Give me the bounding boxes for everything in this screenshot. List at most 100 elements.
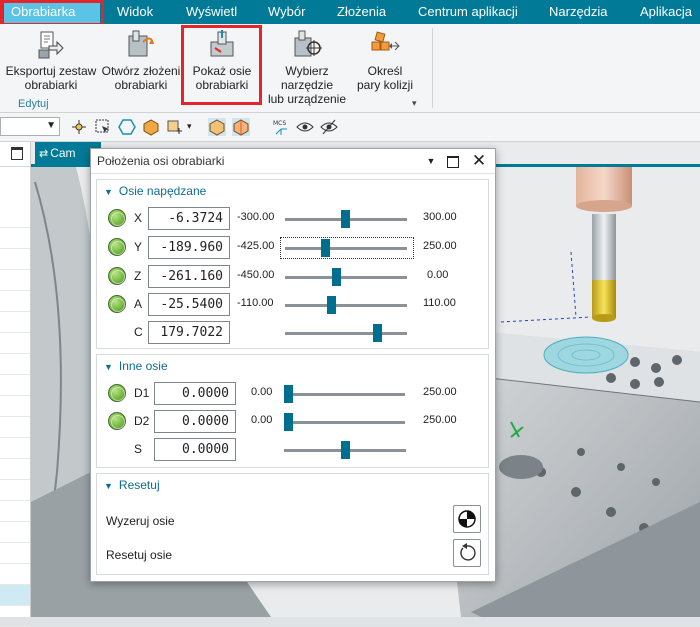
- solid-cube-icon[interactable]: [142, 118, 160, 136]
- driven-axes-header[interactable]: ▼ Osie napędzane: [104, 184, 206, 198]
- filter-combo[interactable]: ▼: [0, 117, 60, 136]
- maximize-icon[interactable]: [11, 147, 23, 160]
- navigator-row[interactable]: [0, 564, 30, 585]
- axis-y-slider[interactable]: [285, 239, 407, 257]
- open-machine-assembly-button[interactable]: Otwórz złożeni obrabiarki: [100, 24, 182, 100]
- axis-d2-slider-thumb[interactable]: [284, 413, 293, 431]
- menu-aplikacja[interactable]: Aplikacja: [636, 0, 696, 24]
- eye-show-icon[interactable]: [296, 118, 314, 136]
- axis-row-a: A -25.5400 -110.00 110.00: [97, 292, 490, 318]
- snap-icon[interactable]: [70, 118, 88, 136]
- axis-z-value-input[interactable]: -261.160: [148, 265, 230, 288]
- navigator-row[interactable]: [0, 333, 30, 354]
- open-assembly-label-2: obrabiarki: [114, 78, 168, 92]
- define-collision-pairs-button[interactable]: Określ pary kolizji: [354, 24, 416, 100]
- navigator-row[interactable]: [0, 270, 30, 291]
- navigator-row[interactable]: [0, 396, 30, 417]
- close-icon[interactable]: ✕: [469, 151, 489, 171]
- chevron-down-icon: ▼: [46, 120, 56, 131]
- axis-c-slider-thumb[interactable]: [372, 324, 382, 342]
- axis-d2-status-led[interactable]: [108, 412, 126, 430]
- axis-d2-max: 250.00: [423, 414, 457, 426]
- select-objects-icon[interactable]: [94, 118, 112, 136]
- axis-x-status-led[interactable]: [108, 209, 126, 227]
- navigator-row[interactable]: [0, 312, 30, 333]
- select-tool-label-2: lub urządzenie: [267, 92, 347, 106]
- axis-x-value-input[interactable]: -6.3724: [148, 207, 230, 230]
- dialog-title: Położenia osi obrabiarki: [97, 154, 225, 168]
- navigator-row[interactable]: [0, 417, 30, 438]
- axis-z-status-led[interactable]: [108, 267, 126, 285]
- axis-d2-slider[interactable]: [284, 413, 405, 431]
- reset-header[interactable]: ▼ Resetuj: [104, 478, 160, 492]
- add-face-icon[interactable]: [166, 118, 184, 136]
- axis-d1-status-led[interactable]: [108, 384, 126, 402]
- axis-c-value-input[interactable]: 179.7022: [148, 321, 230, 344]
- export-machine-kit-button[interactable]: Eksportuj zestaw obrabiarki: [4, 24, 98, 100]
- axis-s-value-input[interactable]: 0.0000: [154, 438, 236, 461]
- zero-axes-label: Wyzeruj osie: [106, 514, 175, 528]
- menu-wyswietl[interactable]: Wyświetl: [182, 0, 241, 24]
- axis-c-slider[interactable]: [285, 324, 407, 342]
- axis-s-slider[interactable]: [284, 441, 406, 459]
- maximize-icon[interactable]: [443, 151, 463, 171]
- axis-z-min: -450.00: [237, 269, 275, 281]
- zero-axes-button[interactable]: [453, 505, 481, 533]
- ribbon-expand-icon[interactable]: ▾: [412, 98, 417, 109]
- reset-axes-button[interactable]: [453, 539, 481, 567]
- axis-y-slider-thumb[interactable]: [321, 239, 331, 257]
- axis-a-status-led[interactable]: [108, 295, 126, 313]
- navigator-row[interactable]: [0, 501, 30, 522]
- navigator-row[interactable]: [0, 249, 30, 270]
- axis-y-name: Y: [134, 240, 143, 254]
- navigator-row-selected[interactable]: [0, 585, 30, 606]
- axis-d1-value-input[interactable]: 0.0000: [154, 382, 236, 405]
- axis-y-status-led[interactable]: [108, 238, 126, 256]
- other-axes-title: Inne osie: [118, 359, 168, 373]
- shaded-view-icon[interactable]: [208, 118, 226, 136]
- axis-d1-slider[interactable]: [284, 385, 405, 403]
- dialog-menu-chevron-icon[interactable]: ▼: [421, 151, 441, 171]
- menu-narzedzia[interactable]: Narzędzia: [545, 0, 612, 24]
- menu-widok[interactable]: Widok: [113, 0, 157, 24]
- hexagon-icon[interactable]: [118, 118, 136, 136]
- axis-a-value-input[interactable]: -25.5400: [148, 293, 230, 316]
- menu-centrum-aplikacji[interactable]: Centrum aplikacji: [414, 0, 522, 24]
- navigator-row[interactable]: [0, 354, 30, 375]
- menu-wybor[interactable]: Wybór: [264, 0, 309, 24]
- navigator-row[interactable]: [0, 480, 30, 501]
- axis-z-slider[interactable]: [285, 268, 407, 286]
- navigator-row[interactable]: [0, 543, 30, 564]
- axis-a-slider[interactable]: [285, 296, 407, 314]
- axis-x-slider-thumb[interactable]: [340, 210, 350, 228]
- menu-zlozenia[interactable]: Złożenia: [333, 0, 390, 24]
- navigator-row[interactable]: [0, 459, 30, 480]
- axis-y-value-input[interactable]: -189.960: [148, 236, 230, 259]
- axis-s-slider-thumb[interactable]: [341, 441, 350, 459]
- navigator-row[interactable]: [0, 228, 30, 249]
- section-view-icon[interactable]: [232, 118, 250, 136]
- dialog-titlebar[interactable]: Położenia osi obrabiarki ▼ ✕: [91, 149, 495, 174]
- axis-y-min: -425.00: [237, 240, 275, 252]
- navigator-row[interactable]: [0, 438, 30, 459]
- navigator-row[interactable]: [0, 375, 30, 396]
- axis-row-c: C 179.7022: [97, 320, 490, 346]
- ribbon-separator: [432, 28, 433, 108]
- menu-obrabiarka[interactable]: Obrabiarka: [4, 0, 100, 24]
- mcs-icon[interactable]: MCS: [272, 118, 290, 136]
- navigator-row[interactable]: [0, 207, 30, 228]
- select-tool-or-device-button[interactable]: Wybierz narzędzie lub urządzenie: [262, 24, 352, 106]
- eye-hide-icon[interactable]: [320, 118, 338, 136]
- chevron-down-icon[interactable]: ▾: [187, 121, 192, 132]
- highlight-frame-show-axes: [181, 25, 262, 105]
- navigator-row[interactable]: [0, 291, 30, 312]
- axis-a-slider-thumb[interactable]: [327, 296, 337, 314]
- axis-z-slider-thumb[interactable]: [332, 268, 342, 286]
- axis-x-slider[interactable]: [285, 210, 407, 228]
- axis-d2-value-input[interactable]: 0.0000: [154, 410, 236, 433]
- axis-d1-slider-thumb[interactable]: [284, 385, 293, 403]
- axis-z-name: Z: [134, 269, 142, 283]
- open-assembly-label-1: Otwórz złożeni: [101, 64, 181, 78]
- other-axes-header[interactable]: ▼ Inne osie: [104, 359, 168, 373]
- navigator-row[interactable]: [0, 522, 30, 543]
